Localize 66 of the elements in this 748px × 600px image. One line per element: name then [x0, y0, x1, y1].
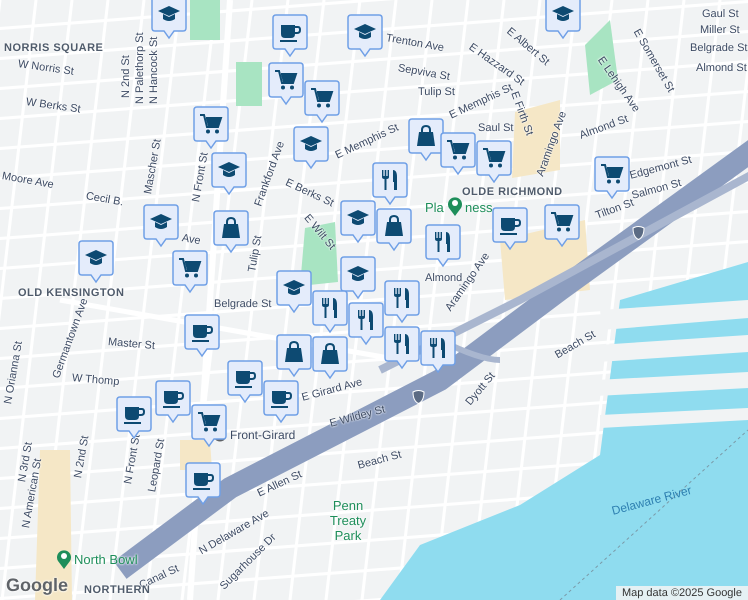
street-label: Belgrade St [214, 298, 272, 310]
street-label: Cecil B. [84, 190, 124, 208]
street-label: Almond St [696, 62, 747, 74]
street-label: N Palethorp St [134, 32, 146, 104]
street-label: E Wildey St [328, 404, 386, 430]
street-label: Master St [107, 336, 156, 352]
street-label: W Norris St [17, 58, 75, 78]
fork-knife-icon [321, 297, 338, 319]
neighborhood-label: OLD KENSINGTON [18, 287, 124, 299]
shopping-cart-icon [197, 410, 221, 434]
map-logo: Google [6, 575, 68, 596]
river-label: Delaware River [610, 483, 694, 518]
fork-knife-icon [393, 287, 410, 309]
park-area [236, 62, 262, 106]
street-label: Belgrade St [690, 42, 748, 54]
highway-shield-icon [632, 226, 645, 240]
highway-shield-icon [412, 390, 425, 404]
street-label: E Allen St [255, 468, 304, 500]
station-label: Front-Girard [230, 428, 296, 442]
shopping-bag-icon [382, 214, 406, 238]
fork-knife-icon [381, 169, 398, 191]
street-label: N Front St [190, 152, 211, 204]
street-label: E Berks St [283, 176, 336, 210]
street-label: E Girard Ave [300, 376, 364, 404]
neighborhood-label: OLDE RICHMOND [462, 186, 563, 198]
street-label: Gaul St [702, 8, 739, 20]
neighborhood-label: NORRIS SQUARE [4, 42, 104, 54]
street-label: Miller St [700, 24, 740, 36]
street-label: Sepviva St [396, 62, 451, 84]
shopping-cart-icon [550, 210, 574, 234]
shopping-cart-icon [274, 68, 298, 92]
place-label: ness [465, 200, 492, 215]
street-label: Ave [180, 232, 202, 248]
map-attribution: Map data ©2025 Google [616, 586, 748, 600]
street-label: N Hancock St [148, 36, 160, 104]
street-label: N 2nd St [72, 434, 92, 480]
map-pin-icon[interactable] [447, 196, 463, 216]
street-label: Moore Ave [0, 170, 55, 191]
map-pin-icon[interactable] [56, 549, 72, 569]
shopping-bag-icon [414, 124, 438, 148]
street-label: Leopard St [146, 438, 168, 494]
shopping-cart-icon [199, 112, 223, 136]
street-label: Saul St [478, 122, 514, 134]
place-label: Pla [425, 200, 444, 215]
street-label: N 2nd St [120, 55, 132, 98]
shopping-bag-icon [318, 342, 342, 366]
shopping-cart-icon [600, 162, 624, 186]
park-area [190, 0, 220, 40]
street-label: Mascher St [142, 138, 164, 196]
fork-knife-icon [434, 231, 451, 253]
shopping-bag-icon [282, 340, 306, 364]
street-label: N Orianna St [2, 340, 25, 406]
fork-knife-icon [393, 333, 410, 355]
shopping-bag-icon [219, 216, 243, 240]
shopping-cart-icon [482, 146, 506, 170]
street-label: Tulip St [418, 86, 455, 98]
shopping-cart-icon [178, 256, 202, 280]
fork-knife-icon [429, 337, 446, 359]
fork-knife-icon [357, 309, 374, 331]
park-label: Penn Treaty Park [328, 498, 368, 543]
street-label: Beach St [356, 448, 403, 472]
shopping-cart-icon [310, 86, 334, 110]
street-label: Tulip St [246, 234, 264, 274]
shopping-cart-icon [446, 138, 470, 162]
street-label: W Berks St [25, 96, 82, 116]
street-label: Trenton Ave [384, 32, 445, 54]
